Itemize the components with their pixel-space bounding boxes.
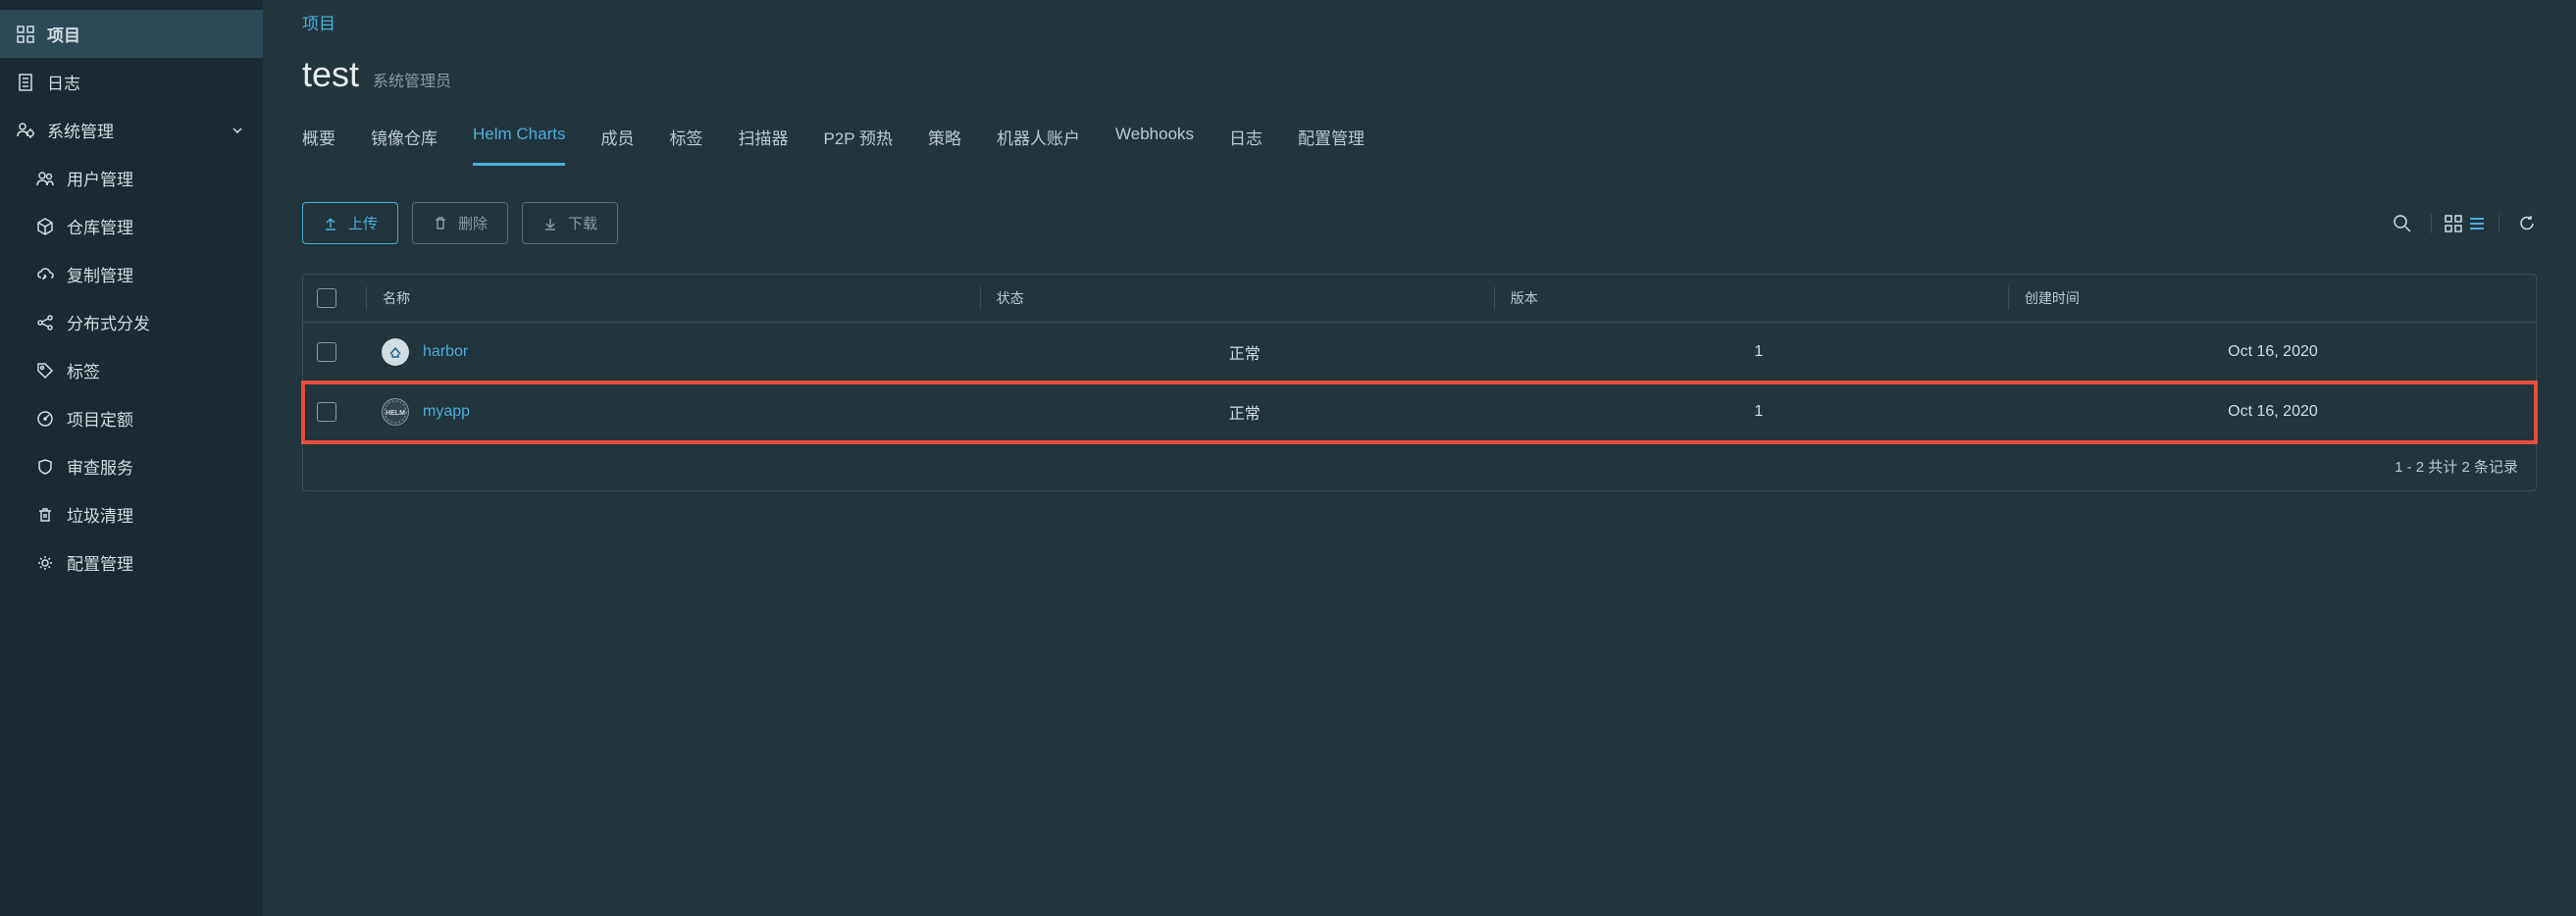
table-row[interactable]: harbor 正常 1 Oct 16, 2020 [303, 323, 2536, 382]
sidebar-item-logs[interactable]: 日志 [0, 58, 263, 106]
admin-icon [16, 121, 35, 140]
chart-name-link[interactable]: myapp [423, 403, 470, 421]
download-button[interactable]: 下载 [522, 202, 618, 244]
sidebar-subitem-label: 分布式分发 [67, 310, 150, 334]
sidebar-subitem-label: 标签 [67, 358, 100, 382]
chart-version: 1 [1494, 403, 2008, 421]
breadcrumb[interactable]: 项目 [302, 0, 2537, 54]
page-title: test 系统管理员 [302, 54, 2537, 95]
toolbar: 上传 删除 下载 [302, 202, 2537, 244]
row-checkbox[interactable] [317, 402, 336, 422]
sidebar-item-label: 系统管理 [47, 118, 114, 142]
sidebar: 项目 日志 系统管理 用户管理 仓库管理 复制管理 [0, 0, 263, 916]
sidebar-item-label: 项目 [47, 22, 80, 46]
project-name: test [302, 54, 359, 95]
gear-icon [35, 553, 55, 573]
chart-icon [382, 338, 409, 366]
column-header-version[interactable]: 版本 [1494, 286, 2008, 310]
chart-icon: HELM [382, 398, 409, 426]
shield-icon [35, 457, 55, 477]
tab-configuration[interactable]: 配置管理 [1298, 115, 1365, 166]
upload-button[interactable]: 上传 [302, 202, 398, 244]
sidebar-subitem-quotas[interactable]: 项目定额 [0, 394, 263, 442]
tab-webhooks[interactable]: Webhooks [1115, 115, 1194, 166]
sidebar-item-label: 日志 [47, 70, 80, 94]
tab-helm-charts[interactable]: Helm Charts [473, 115, 565, 166]
tab-summary[interactable]: 概要 [302, 115, 335, 166]
sidebar-subitem-interrogation[interactable]: 审查服务 [0, 442, 263, 490]
sidebar-subitem-label: 用户管理 [67, 166, 133, 190]
column-header-created[interactable]: 创建时间 [2008, 286, 2522, 310]
sidebar-subitem-distribution[interactable]: 分布式分发 [0, 298, 263, 346]
chart-created: Oct 16, 2020 [2008, 403, 2522, 421]
table-footer: 1 - 2 共计 2 条记录 [303, 442, 2536, 490]
sidebar-item-admin[interactable]: 系统管理 [0, 106, 263, 154]
grid-icon [16, 25, 35, 44]
sidebar-subitem-label: 垃圾清理 [67, 502, 133, 527]
sidebar-subitem-registries[interactable]: 仓库管理 [0, 202, 263, 250]
document-icon [16, 73, 35, 92]
users-icon [35, 169, 55, 188]
select-all-checkbox[interactable] [317, 288, 336, 308]
main-content: 项目 test 系统管理员 概要 镜像仓库 Helm Charts 成员 标签 … [263, 0, 2576, 916]
tag-icon [35, 361, 55, 381]
upload-icon [323, 216, 338, 231]
tabs: 概要 镜像仓库 Helm Charts 成员 标签 扫描器 P2P 预热 策略 … [302, 115, 2537, 167]
tab-logs[interactable]: 日志 [1229, 115, 1262, 166]
sidebar-subitem-replication[interactable]: 复制管理 [0, 250, 263, 298]
sidebar-subitem-users[interactable]: 用户管理 [0, 154, 263, 202]
trash-icon [35, 505, 55, 525]
svg-text:HELM: HELM [386, 410, 405, 417]
card-view-button[interactable] [2444, 214, 2463, 233]
tab-p2p-preheat[interactable]: P2P 预热 [823, 115, 893, 166]
gauge-icon [35, 409, 55, 429]
chart-status: 正常 [980, 400, 1494, 424]
charts-table: 名称 状态 版本 创建时间 harbor 正常 1 Oct 16, 2020 [302, 274, 2537, 491]
column-header-status[interactable]: 状态 [980, 286, 1494, 310]
cloud-sync-icon [35, 265, 55, 284]
refresh-button[interactable] [2517, 214, 2537, 233]
column-header-name[interactable]: 名称 [366, 286, 980, 310]
share-icon [35, 313, 55, 332]
chart-status: 正常 [980, 340, 1494, 364]
tab-robot-accounts[interactable]: 机器人账户 [997, 115, 1080, 166]
table-header: 名称 状态 版本 创建时间 [303, 275, 2536, 323]
sidebar-subitem-label: 复制管理 [67, 262, 133, 286]
tab-repositories[interactable]: 镜像仓库 [371, 115, 438, 166]
view-toggle [2431, 214, 2499, 233]
chart-name-link[interactable]: harbor [423, 343, 468, 361]
chevron-down-icon [228, 121, 247, 140]
row-checkbox[interactable] [317, 342, 336, 362]
sidebar-subitem-label: 项目定额 [67, 406, 133, 431]
sidebar-subitem-label: 配置管理 [67, 550, 133, 575]
sidebar-subitem-config[interactable]: 配置管理 [0, 538, 263, 586]
sidebar-subitem-labels[interactable]: 标签 [0, 346, 263, 394]
tab-scanner[interactable]: 扫描器 [738, 115, 788, 166]
tab-labels[interactable]: 标签 [669, 115, 702, 166]
table-row[interactable]: HELM myapp 正常 1 Oct 16, 2020 [303, 382, 2536, 442]
download-icon [542, 216, 558, 231]
chart-created: Oct 16, 2020 [2008, 343, 2522, 361]
sidebar-subitem-label: 审查服务 [67, 454, 133, 479]
sidebar-item-projects[interactable]: 项目 [0, 10, 263, 58]
cube-icon [35, 217, 55, 236]
list-view-button[interactable] [2467, 214, 2487, 233]
delete-button[interactable]: 删除 [412, 202, 508, 244]
trash-icon [433, 216, 448, 231]
tab-policy[interactable]: 策略 [928, 115, 961, 166]
tab-members[interactable]: 成员 [600, 115, 634, 166]
sidebar-subitem-gc[interactable]: 垃圾清理 [0, 490, 263, 538]
sidebar-subitem-label: 仓库管理 [67, 214, 133, 238]
chart-version: 1 [1494, 343, 2008, 361]
user-role: 系统管理员 [373, 68, 451, 91]
search-button[interactable] [2392, 213, 2413, 234]
